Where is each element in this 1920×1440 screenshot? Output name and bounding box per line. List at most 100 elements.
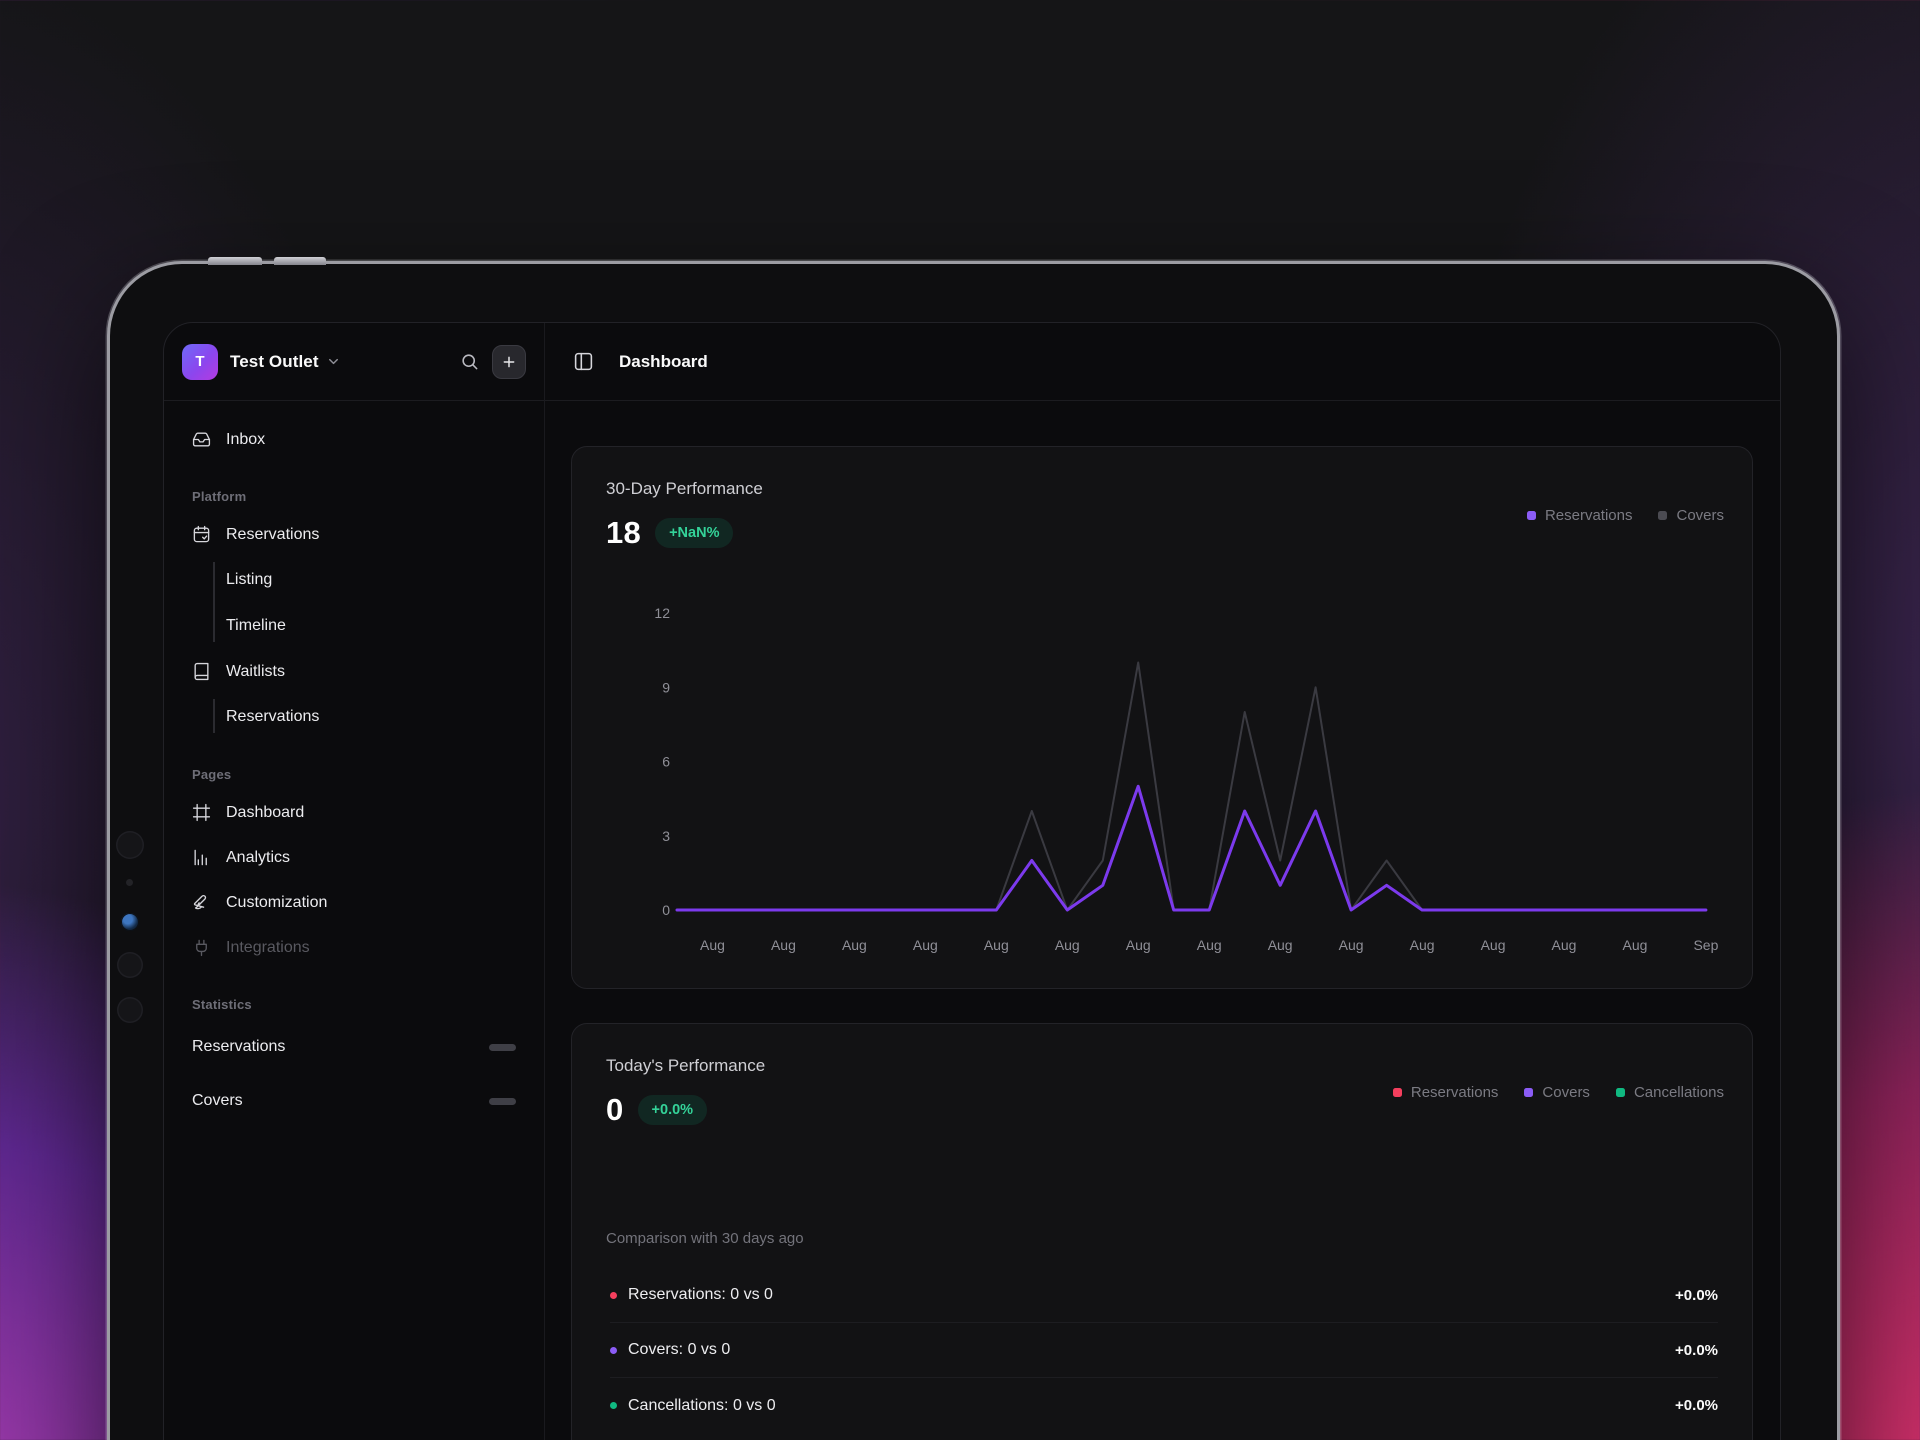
y-axis-tick: 0 [662, 902, 670, 918]
legend-item-cancellations: Cancellations [1616, 1084, 1724, 1101]
y-axis-tick: 6 [662, 754, 670, 770]
section-label-pages: Pages [192, 767, 516, 782]
legend-marker [1524, 1088, 1533, 1097]
legend-item-covers: Covers [1524, 1084, 1590, 1101]
sidebar-subitem-timeline[interactable]: Timeline [180, 603, 528, 649]
legend-item-covers: Covers [1658, 507, 1724, 524]
x-axis-tick: Aug [700, 937, 725, 953]
x-axis-tick: Aug [1410, 937, 1435, 953]
chevron-down-icon[interactable] [326, 354, 341, 369]
plug-icon [192, 938, 211, 957]
x-axis-tick: Aug [984, 937, 1009, 953]
x-axis-tick: Aug [842, 937, 867, 953]
sidebar-item-waitlists[interactable]: Waitlists [180, 649, 528, 694]
sidebar-item-inbox[interactable]: Inbox [180, 417, 528, 462]
x-axis-tick: Aug [1055, 937, 1080, 953]
sidebar-subitem-listing[interactable]: Listing [180, 557, 528, 603]
x-axis-tick: Aug [1339, 937, 1364, 953]
sidebar-subgroup: ListingTimeline [180, 557, 528, 649]
chart-legend: Reservations Covers [1527, 507, 1724, 524]
sidebar-item-analytics[interactable]: Analytics [180, 835, 528, 880]
x-axis-tick: Aug [771, 937, 796, 953]
metric-label: Reservations: 0 vs 0 [628, 1286, 773, 1304]
sidebar-item-label: Integrations [226, 939, 310, 957]
section-label-statistics: Statistics [192, 997, 516, 1012]
statistic-label: Reservations [192, 1038, 285, 1056]
book-icon [192, 662, 211, 681]
series-line-reservations [677, 786, 1706, 910]
x-axis-tick: Sep [1693, 937, 1718, 953]
sidebar-item-dashboard[interactable]: Dashboard [180, 790, 528, 835]
y-axis-tick: 12 [654, 605, 670, 621]
workspace-row: T Test Outlet [164, 323, 544, 401]
comparison-rows: Reservations: 0 vs 0+0.0%Covers: 0 vs 0+… [610, 1268, 1718, 1433]
sidebar-item-reservations[interactable]: Reservations [180, 512, 528, 557]
today-performance-card: Today's Performance 0 +0.0% Reservations… [571, 1023, 1753, 1440]
change-badge: +NaN% [655, 518, 733, 548]
comparison-row: Covers: 0 vs 0+0.0% [610, 1323, 1718, 1378]
sidebar-item-label: Customization [226, 894, 327, 912]
sidebar-item-label: Reservations [226, 526, 319, 544]
workspace-name[interactable]: Test Outlet [230, 352, 319, 372]
sidebar-subitem-reservations[interactable]: Reservations [180, 694, 528, 740]
front-camera [121, 913, 139, 931]
sidebar-item-customization[interactable]: Customization [180, 880, 528, 925]
legend-item-reservations: Reservations [1393, 1084, 1499, 1101]
page-title: Dashboard [619, 352, 708, 372]
performance-line-chart: 036912AugAugAugAugAugAugAugAugAugAugAugA… [572, 447, 1754, 990]
search-icon[interactable] [451, 344, 487, 380]
chart-legend: Reservations Covers Cancellations [1393, 1084, 1724, 1101]
x-axis-tick: Aug [1481, 937, 1506, 953]
x-axis-tick: Aug [1622, 937, 1647, 953]
panel-toggle-icon[interactable] [573, 351, 594, 372]
legend-label: Reservations [1411, 1084, 1499, 1101]
metric-dot [610, 1402, 617, 1409]
sidebar-subgroup: Reservations [180, 694, 528, 740]
card-title: 30-Day Performance [606, 479, 763, 499]
comparison-label: Comparison with 30 days ago [606, 1230, 804, 1247]
bar-chart-icon [192, 848, 211, 867]
today-value: 0 [606, 1092, 624, 1128]
volume-button [208, 257, 262, 265]
tablet-device: T Test Outlet InboxPlatformReservationsL… [110, 264, 1837, 1440]
legend-item-reservations: Reservations [1527, 507, 1633, 524]
value-skeleton [489, 1044, 516, 1051]
screen: T Test Outlet InboxPlatformReservationsL… [163, 322, 1781, 1440]
value-skeleton [489, 1098, 516, 1105]
sidebar-item-label: Inbox [226, 431, 265, 449]
inbox-icon [192, 430, 211, 449]
add-button[interactable] [492, 345, 526, 379]
thirty-day-performance-card: 30-Day Performance 18 +NaN% Reservations… [571, 446, 1753, 989]
metric-change: +0.0% [1675, 1397, 1718, 1414]
main-area: Dashboard 30-Day Performance 18 +NaN% Re… [545, 323, 1780, 1440]
thirty-day-value: 18 [606, 515, 641, 551]
sidebar-item-label: Waitlists [226, 663, 285, 681]
metric-change: +0.0% [1675, 1342, 1718, 1359]
camera-mic-dot [126, 879, 133, 886]
sidebar-item-integrations: Integrations [180, 925, 528, 970]
camera-lens [116, 831, 144, 859]
camera-lens [117, 997, 143, 1023]
series-line-covers [677, 663, 1706, 911]
content: 30-Day Performance 18 +NaN% Reservations… [571, 446, 1753, 1440]
statistic-reservations[interactable]: Reservations [180, 1020, 528, 1074]
legend-label: Covers [1676, 507, 1724, 524]
x-axis-tick: Aug [1197, 937, 1222, 953]
volume-button [274, 257, 326, 265]
legend-marker [1658, 511, 1667, 520]
legend-label: Covers [1542, 1084, 1590, 1101]
calendar-icon [192, 525, 211, 544]
statistic-label: Covers [192, 1092, 243, 1110]
statistic-covers[interactable]: Covers [180, 1074, 528, 1128]
x-axis-tick: Aug [913, 937, 938, 953]
comparison-row: Reservations: 0 vs 0+0.0% [610, 1268, 1718, 1323]
legend-label: Cancellations [1634, 1084, 1724, 1101]
sidebar-item-label: Dashboard [226, 804, 304, 822]
sidebar-nav: InboxPlatformReservationsListingTimeline… [164, 401, 544, 1128]
frame-icon [192, 803, 211, 822]
x-axis-tick: Aug [1126, 937, 1151, 953]
legend-marker [1527, 511, 1536, 520]
x-axis-tick: Aug [1552, 937, 1577, 953]
paintbrush-icon [192, 893, 211, 912]
workspace-avatar[interactable]: T [182, 344, 218, 380]
